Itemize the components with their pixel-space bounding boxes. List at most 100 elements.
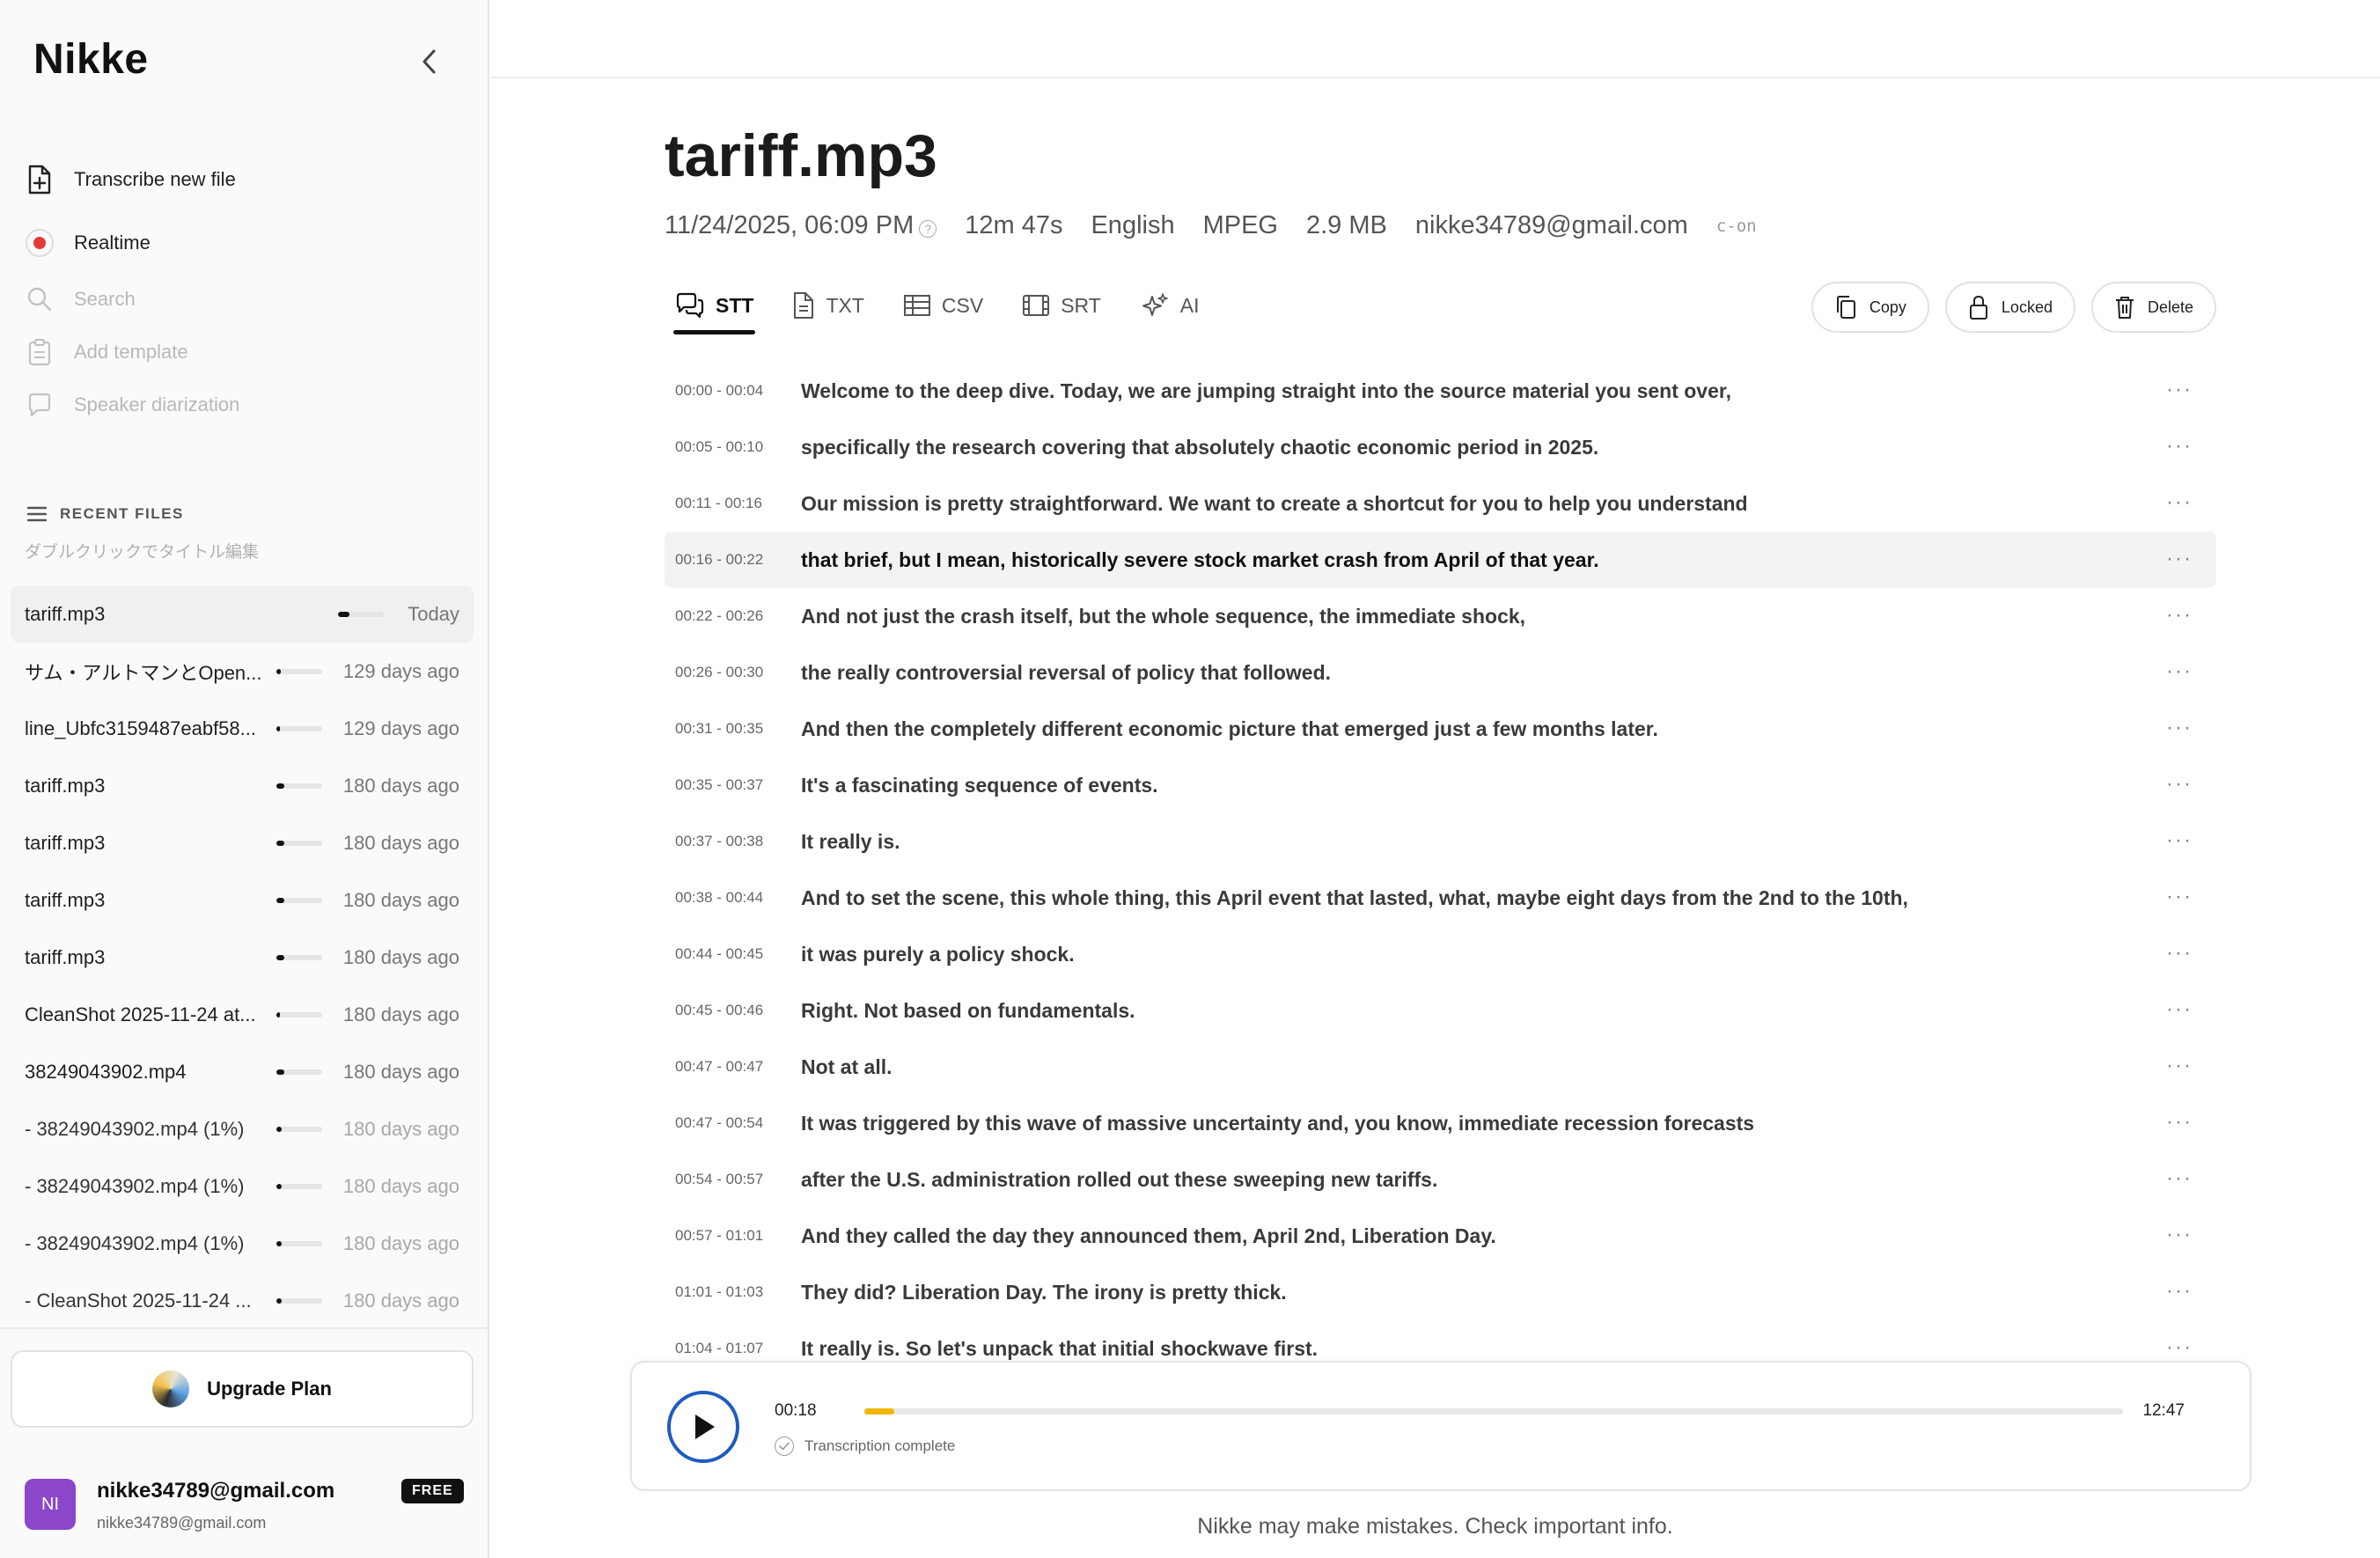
- recent-file-item[interactable]: サム・アルトマンとOpen... 129 days ago: [11, 643, 474, 700]
- more-options-icon[interactable]: ···: [2162, 827, 2197, 854]
- file-tag: c-on: [1715, 216, 1757, 236]
- segment-text: after the U.S. administration rolled out…: [801, 1167, 1438, 1191]
- search-button[interactable]: Search: [25, 280, 136, 319]
- transcript-segment[interactable]: 00:31 - 00:35 And then the completely dif…: [665, 701, 2216, 757]
- transcript-segment[interactable]: 00:54 - 00:57 after the U.S. administrati…: [665, 1151, 2216, 1208]
- transcript-segment[interactable]: 00:35 - 00:37 It's a fascinating sequence…: [665, 757, 2216, 813]
- realtime-button[interactable]: Realtime: [25, 224, 151, 262]
- file-progress-bar: [276, 1126, 322, 1132]
- collapse-sidebar-button[interactable]: [414, 44, 445, 79]
- more-options-icon[interactable]: ···: [2162, 940, 2197, 966]
- more-options-icon[interactable]: ···: [2162, 1053, 2197, 1079]
- transcribe-new-file-button[interactable]: Transcribe new file: [25, 160, 236, 199]
- transcript-segment[interactable]: 00:00 - 00:04 Welcome to the deep dive. T…: [665, 363, 2216, 419]
- tab-ai[interactable]: AI: [1129, 283, 1210, 327]
- divider: [0, 1327, 489, 1329]
- segment-timestamp: 00:16 - 00:22: [675, 551, 764, 568]
- file-progress-fill: [276, 840, 285, 846]
- segment-timestamp: 01:01 - 01:03: [675, 1283, 764, 1300]
- more-options-icon[interactable]: ···: [2162, 996, 2197, 1023]
- more-options-icon[interactable]: ···: [2162, 1334, 2197, 1361]
- user-card[interactable]: NI nikke34789@gmail.com nikke34789@gmail…: [25, 1470, 465, 1540]
- more-options-icon[interactable]: ···: [2162, 884, 2197, 910]
- recent-file-item[interactable]: tariff.mp3 180 days ago: [11, 757, 474, 814]
- realtime-label: Realtime: [74, 231, 151, 254]
- transcription-status: Transcription complete: [775, 1437, 955, 1456]
- check-icon: [775, 1437, 794, 1456]
- table-icon: [903, 295, 930, 316]
- file-progress-fill: [276, 954, 285, 960]
- more-options-icon[interactable]: ···: [2162, 1278, 2197, 1304]
- more-options-icon[interactable]: ···: [2162, 771, 2197, 797]
- file-size: 2.9 MB: [1306, 211, 1387, 239]
- more-options-icon[interactable]: ···: [2162, 602, 2197, 628]
- transcript-segment[interactable]: 00:11 - 00:16 Our mission is pretty strai…: [665, 475, 2216, 532]
- transcript-segment[interactable]: 00:57 - 01:01 And they called the day the…: [665, 1208, 2216, 1264]
- help-icon[interactable]: ?: [919, 220, 937, 238]
- template-icon: [25, 337, 55, 367]
- tab-csv[interactable]: CSV: [892, 283, 994, 327]
- play-button[interactable]: [667, 1391, 739, 1463]
- transcript-segment[interactable]: 00:16 - 00:22 that brief, but I mean, his…: [665, 532, 2216, 588]
- recent-file-item[interactable]: line_Ubfc3159487eabf58... 129 days ago: [11, 700, 474, 757]
- segment-text: specifically the research covering that …: [801, 435, 1599, 459]
- more-options-icon[interactable]: ···: [2162, 658, 2197, 685]
- more-options-icon[interactable]: ···: [2162, 546, 2197, 572]
- avatar: NI: [25, 1479, 76, 1530]
- file-date: 180 days ago: [342, 774, 459, 797]
- transcript-segment[interactable]: 00:38 - 00:44 And to set the scene, this …: [665, 870, 2216, 926]
- transcript-segment[interactable]: 00:47 - 00:47 Not at all. ···: [665, 1039, 2216, 1095]
- file-name: - 38249043902.mp4 (1%): [25, 1231, 245, 1254]
- file-date: 180 days ago: [342, 1289, 459, 1312]
- recent-file-item[interactable]: tariff.mp3 180 days ago: [11, 814, 474, 871]
- transcribe-label: Transcribe new file: [74, 168, 236, 190]
- seek-bar[interactable]: [864, 1408, 2123, 1415]
- locked-button[interactable]: Locked: [1944, 282, 2075, 333]
- transcript-segment[interactable]: 01:01 - 01:03 They did? Liberation Day. T…: [665, 1264, 2216, 1320]
- recent-file-item[interactable]: tariff.mp3 180 days ago: [11, 929, 474, 986]
- transcript-segment[interactable]: 00:47 - 00:54 It was triggered by this wa…: [665, 1095, 2216, 1151]
- segment-timestamp: 01:04 - 01:07: [675, 1340, 764, 1356]
- audio-player: 00:18 12:47 Transcription complete: [630, 1361, 2251, 1491]
- more-options-icon[interactable]: ···: [2162, 377, 2197, 403]
- tab-txt[interactable]: TXT: [782, 283, 874, 327]
- more-options-icon[interactable]: ···: [2162, 1222, 2197, 1248]
- file-name: - 38249043902.mp4 (1%): [25, 1174, 245, 1197]
- add-template-button[interactable]: Add template: [25, 333, 188, 371]
- recent-file-item[interactable]: - 38249043902.mp4 (1%) 180 days ago: [11, 1215, 474, 1272]
- recent-file-item[interactable]: 38249043902.mp4 180 days ago: [11, 1043, 474, 1100]
- more-options-icon[interactable]: ···: [2162, 715, 2197, 741]
- more-options-icon[interactable]: ···: [2162, 489, 2197, 516]
- transcript-segment[interactable]: 00:44 - 00:45 it was purely a policy shoc…: [665, 926, 2216, 982]
- recent-file-item[interactable]: tariff.mp3 180 days ago: [11, 871, 474, 929]
- speaker-diarization-button[interactable]: Speaker diarization: [25, 386, 239, 424]
- user-email: nikke34789@gmail.com: [97, 1514, 267, 1532]
- recent-file-item[interactable]: - 38249043902.mp4 (1%) 180 days ago: [11, 1157, 474, 1215]
- transcript-segment[interactable]: 00:45 - 00:46 Right. Not based on fundame…: [665, 982, 2216, 1039]
- file-owner: nikke34789@gmail.com: [1414, 211, 1688, 239]
- file-progress-bar: [276, 1183, 322, 1189]
- more-options-icon[interactable]: ···: [2162, 1109, 2197, 1135]
- file-name: tariff.mp3: [25, 602, 106, 625]
- transcript-segment[interactable]: 00:05 - 00:10 specifically the research c…: [665, 419, 2216, 475]
- recent-file-item[interactable]: tariff.mp3 Today: [11, 585, 474, 643]
- delete-button[interactable]: Delete: [2090, 282, 2216, 333]
- segment-timestamp: 00:47 - 00:54: [675, 1114, 764, 1131]
- file-progress-fill: [276, 1126, 283, 1132]
- more-options-icon[interactable]: ···: [2162, 433, 2197, 459]
- upgrade-plan-button[interactable]: Upgrade Plan: [11, 1350, 474, 1428]
- file-progress-bar: [276, 668, 322, 674]
- segment-text: the really controversial reversal of pol…: [801, 660, 1332, 684]
- recent-file-item[interactable]: - 38249043902.mp4 (1%) 180 days ago: [11, 1100, 474, 1157]
- recent-file-item[interactable]: CleanShot 2025-11-24 at... 180 days ago: [11, 986, 474, 1043]
- tab-stt[interactable]: STT: [665, 283, 764, 334]
- recent-file-item[interactable]: - CleanShot 2025-11-24 ... 180 days ago: [11, 1272, 474, 1329]
- file-progress-fill: [338, 611, 349, 617]
- more-options-icon[interactable]: ···: [2162, 1165, 2197, 1192]
- transcript-segment[interactable]: 00:37 - 00:38 It really is. ···: [665, 813, 2216, 870]
- transcript-segment[interactable]: 00:26 - 00:30 the really controversial re…: [665, 644, 2216, 701]
- segment-timestamp: 00:54 - 00:57: [675, 1171, 764, 1187]
- tab-srt[interactable]: SRT: [1011, 283, 1112, 327]
- transcript-segment[interactable]: 00:22 - 00:26 And not just the crash itse…: [665, 588, 2216, 644]
- copy-button[interactable]: Copy: [1811, 282, 1929, 333]
